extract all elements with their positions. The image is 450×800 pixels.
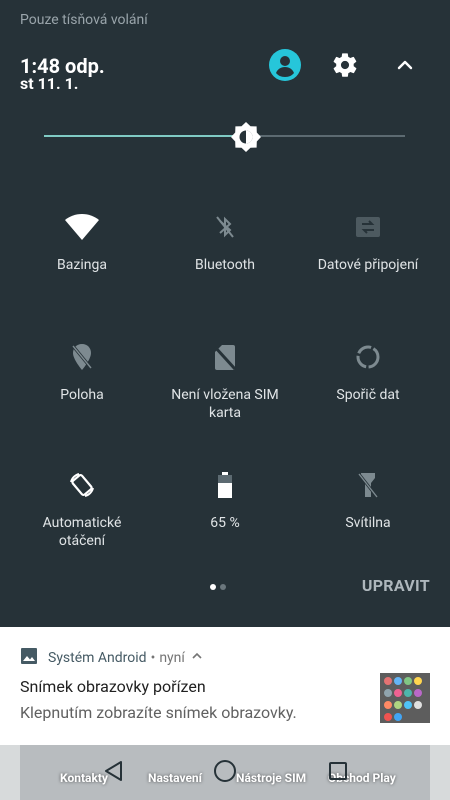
brightness-thumb-icon[interactable]: [231, 122, 262, 152]
tile-label: Automatické otáčení: [42, 515, 122, 549]
notification-separator: •: [150, 650, 156, 666]
tile-data[interactable]: Datové připojení: [293, 212, 443, 274]
tile-sim[interactable]: Není vložena SIM karta: [150, 342, 300, 422]
settings-gear-icon[interactable]: [328, 48, 362, 82]
app-label: Nástroje SIM: [236, 771, 307, 785]
recents-button-icon[interactable]: [324, 757, 352, 785]
notification-card[interactable]: Systém Android • nyní Snímek obrazovky p…: [0, 627, 450, 745]
expand-chevron-icon[interactable]: [191, 650, 203, 666]
slider-fill: [44, 135, 247, 137]
tile-label: Poloha: [60, 387, 104, 403]
tile-label: Datové připojení: [317, 257, 419, 273]
auto-rotate-icon: [7, 470, 157, 500]
location-off-icon: [7, 342, 157, 372]
tile-location[interactable]: Poloha: [7, 342, 157, 404]
data-saver-icon: [293, 342, 443, 372]
tile-label: Není vložena SIM karta: [171, 387, 279, 421]
notification-app-name: Systém Android: [48, 650, 147, 666]
battery-icon: [150, 470, 300, 500]
back-button-icon[interactable]: [100, 757, 128, 785]
home-button-icon[interactable]: [211, 757, 239, 785]
notification-header: Systém Android • nyní: [20, 647, 203, 669]
tile-data-saver[interactable]: Spořič dat: [293, 342, 443, 404]
background-launcher: Kontakty Nastavení Nástroje SIM Obchod P…: [0, 745, 450, 800]
user-avatar-icon[interactable]: [268, 48, 302, 82]
tile-label: Svítilna: [345, 515, 391, 531]
tile-label: 65 %: [210, 515, 240, 531]
tile-label: Bluetooth: [195, 257, 255, 273]
screenshot-thumbnail[interactable]: [380, 673, 430, 723]
tile-bluetooth[interactable]: Bluetooth: [150, 212, 300, 274]
page-indicator: [210, 584, 226, 590]
wifi-icon: [7, 212, 157, 242]
notification-time: nyní: [159, 650, 185, 666]
no-sim-icon: [150, 342, 300, 372]
status-text: Pouze tísňová volání: [20, 12, 148, 28]
tile-label: Bazinga: [57, 257, 107, 273]
flashlight-off-icon: [293, 470, 443, 500]
edit-button[interactable]: UPRAVIT: [362, 576, 430, 595]
app-label: Nastavení: [148, 771, 202, 785]
brightness-slider[interactable]: [44, 122, 405, 152]
clock-date: st 11. 1.: [20, 74, 79, 93]
notification-title: Snímek obrazovky pořízen: [20, 677, 206, 696]
bluetooth-off-icon: [150, 212, 300, 242]
image-icon: [20, 647, 38, 669]
notification-text: Klepnutím zobrazíte snímek obrazovky.: [20, 703, 297, 722]
tile-auto-rotate[interactable]: Automatické otáčení: [7, 470, 157, 550]
tile-battery[interactable]: 65 %: [150, 470, 300, 532]
tile-flashlight[interactable]: Svítilna: [293, 470, 443, 532]
tile-label: Spořič dat: [336, 387, 400, 403]
collapse-chevron-icon[interactable]: [388, 48, 422, 82]
page-dot-active: [210, 584, 216, 590]
data-connection-icon: [293, 212, 443, 242]
tile-wifi[interactable]: Bazinga: [7, 212, 157, 274]
page-dot: [220, 584, 226, 590]
